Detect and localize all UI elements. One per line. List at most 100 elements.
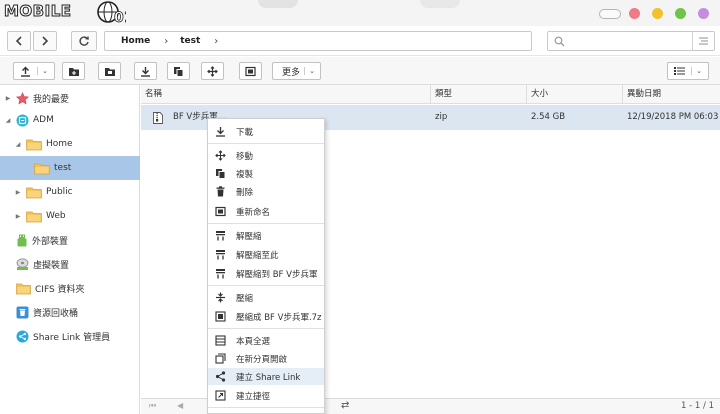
column-date-header[interactable]: 異動日期 [623, 85, 720, 104]
select-all-icon [214, 335, 226, 346]
advanced-search-button[interactable] [692, 32, 714, 50]
menu-item-label: 建立 Share Link [236, 372, 301, 383]
title-decoration [420, 0, 460, 8]
menu-divider [208, 143, 324, 144]
sidebar-item-adm[interactable]: ◢ ADM [0, 109, 140, 131]
menu-item-extract-here[interactable]: 解壓縮至此 [208, 246, 324, 263]
menu-item-create-share-link[interactable]: 建立 Share Link [208, 368, 324, 385]
expand-arrow-icon[interactable]: ▶ [14, 213, 22, 220]
sidebar-item-recycle-bin[interactable]: 資源回收桶 [0, 301, 140, 323]
sidebar-item-label: 虛擬裝置 [33, 260, 70, 271]
green-dot-button[interactable] [675, 8, 686, 19]
menu-item-compress-to[interactable]: 壓縮成 BF V步兵軍.7z [208, 308, 324, 325]
chevron-left-icon [15, 36, 22, 46]
folder-icon [26, 139, 42, 150]
column-size-header[interactable]: 大小 [527, 85, 623, 104]
menu-item-extract-to[interactable]: 解壓縮到 BF V步兵軍 [208, 265, 324, 282]
menu-item-compress[interactable]: 壓縮 [208, 289, 324, 306]
collapse-arrow-icon[interactable]: ◢ [4, 117, 12, 124]
first-page-icon[interactable]: ⏮ [149, 401, 156, 411]
menu-item-label: 解壓縮 [236, 231, 262, 242]
upload-button[interactable]: ⌄ [13, 62, 55, 80]
refresh-icon[interactable]: ⇄ [341, 400, 349, 411]
sidebar-item-label: CIFS 資料夾 [35, 284, 85, 295]
menu-divider [208, 407, 324, 408]
yellow-dot-button[interactable] [652, 8, 663, 19]
search-icon [554, 36, 565, 47]
sidebar-item-cifs-folder[interactable]: CIFS 資料夾 [0, 277, 140, 299]
sidebar-item-public[interactable]: ▶ Public [0, 181, 140, 203]
menu-item-label: 壓縮 [236, 293, 254, 304]
trash-icon [216, 186, 224, 197]
sidebar-item-label: Share Link 管理員 [33, 332, 111, 343]
menu-item-create-shortcut[interactable]: 建立捷徑 [208, 387, 324, 404]
breadcrumb-test[interactable]: test [180, 36, 200, 46]
sidebar-item-share-link-manager[interactable]: Share Link 管理員 [0, 325, 140, 347]
menu-item-delete[interactable]: 刪除 [208, 183, 324, 200]
upload-icon [21, 66, 31, 77]
menu-item-label: 壓縮成 BF V步兵軍.7z [236, 312, 322, 323]
sidebar-item-label: ADM [33, 115, 54, 125]
purple-dot-button[interactable] [698, 8, 709, 19]
move-button[interactable] [201, 62, 224, 80]
back-button[interactable] [7, 31, 31, 51]
file-size: 2.54 GB [531, 112, 566, 122]
chevron-right-icon: › [164, 35, 169, 47]
folder-icon [34, 163, 50, 174]
download-button[interactable] [134, 62, 157, 80]
collapse-arrow-icon[interactable]: ◢ [14, 141, 22, 148]
download-icon [215, 127, 225, 137]
menu-item-label: 本頁全選 [236, 336, 271, 347]
menu-item-copy[interactable]: 複製 [208, 165, 324, 182]
sidebar-item-web[interactable]: ▶ Web [0, 205, 140, 227]
sidebar-item-favorites[interactable]: ▶ 我的最愛 [0, 87, 140, 109]
title-decoration [258, 0, 298, 8]
menu-item-extract[interactable]: 解壓縮 [208, 227, 324, 244]
expand-arrow-icon[interactable]: ▶ [14, 189, 22, 196]
breadcrumb-home[interactable]: Home [121, 36, 150, 46]
chevron-down-icon: ⌄ [304, 67, 315, 75]
expand-arrow-icon[interactable]: ▶ [4, 95, 12, 102]
menu-item-open-new-tab[interactable]: 在新分頁開啟 [208, 350, 324, 367]
star-icon [16, 91, 29, 104]
menu-item-label: 移動 [236, 151, 254, 162]
zip-file-icon [153, 112, 163, 124]
menu-item-download[interactable]: 下載 [208, 123, 324, 140]
forward-button[interactable] [33, 31, 57, 51]
move-icon [207, 65, 218, 77]
rename-button[interactable] [239, 62, 262, 80]
folder-icon [26, 187, 42, 198]
menu-item-move[interactable]: 移動 [208, 147, 324, 164]
copy-button[interactable] [167, 62, 190, 80]
sidebar-item-label: 資源回收桶 [33, 308, 79, 319]
previous-page-icon[interactable]: ◀ [177, 401, 183, 410]
view-mode-button[interactable]: ⌄ [667, 62, 709, 80]
sidebar-item-label: Web [46, 211, 66, 221]
new-tab-icon [214, 353, 226, 364]
download-icon [141, 66, 150, 77]
sidebar-item-test[interactable]: test [0, 156, 140, 180]
menu-item-label: 在新分頁開啟 [236, 354, 288, 365]
pink-dot-button[interactable] [629, 8, 640, 19]
more-label: 更多 [282, 67, 301, 78]
extract-to-icon [215, 269, 225, 279]
shortcut-icon [214, 390, 226, 401]
refresh-button[interactable] [71, 31, 97, 51]
move-icon [214, 150, 226, 161]
sidebar-item-external-devices[interactable]: 外部裝置 [0, 229, 140, 251]
sidebar-item-virtual-devices[interactable]: 虛擬裝置 [0, 253, 140, 275]
column-name-header[interactable]: 名稱 [141, 85, 431, 104]
share-icon [215, 371, 225, 382]
new-folder-button[interactable] [62, 62, 85, 80]
sidebar-item-home[interactable]: ◢ Home [0, 133, 140, 155]
menu-item-rename[interactable]: 重新命名 [208, 203, 324, 220]
svg-text:01: 01 [114, 10, 126, 25]
column-type-header[interactable]: 類型 [431, 85, 527, 104]
more-button[interactable]: 更多 ⌄ [272, 62, 321, 80]
search-input[interactable] [547, 31, 715, 51]
usb-icon [17, 234, 27, 246]
folder-action-button[interactable] [98, 62, 121, 80]
share-icon [16, 330, 29, 342]
menu-item-select-all[interactable]: 本頁全選 [208, 332, 324, 349]
minimize-bar-button[interactable] [599, 9, 621, 19]
